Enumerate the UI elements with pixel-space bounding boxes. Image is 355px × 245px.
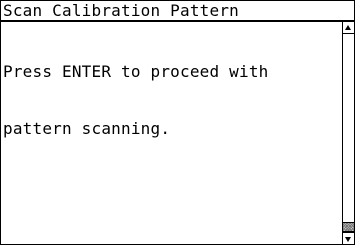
arrow-down-icon xyxy=(345,237,351,242)
scroll-track[interactable] xyxy=(343,34,354,232)
scroll-thumb[interactable] xyxy=(343,222,354,232)
scroll-down-button[interactable] xyxy=(343,232,354,244)
arrow-up-icon xyxy=(345,25,351,30)
message-line-1: Press ENTER to proceed with xyxy=(3,62,269,81)
scroll-up-button[interactable] xyxy=(343,22,354,34)
title-bar: Scan Calibration Pattern xyxy=(1,1,354,22)
message-area: Press ENTER to proceed with pattern scan… xyxy=(1,22,342,244)
screen-title: Scan Calibration Pattern xyxy=(3,1,239,20)
message-text: Press ENTER to proceed with pattern scan… xyxy=(3,24,341,176)
lcd-screen: Scan Calibration Pattern Press ENTER to … xyxy=(0,0,355,245)
vertical-scrollbar[interactable] xyxy=(342,22,354,244)
message-line-2: pattern scanning. xyxy=(3,119,171,138)
